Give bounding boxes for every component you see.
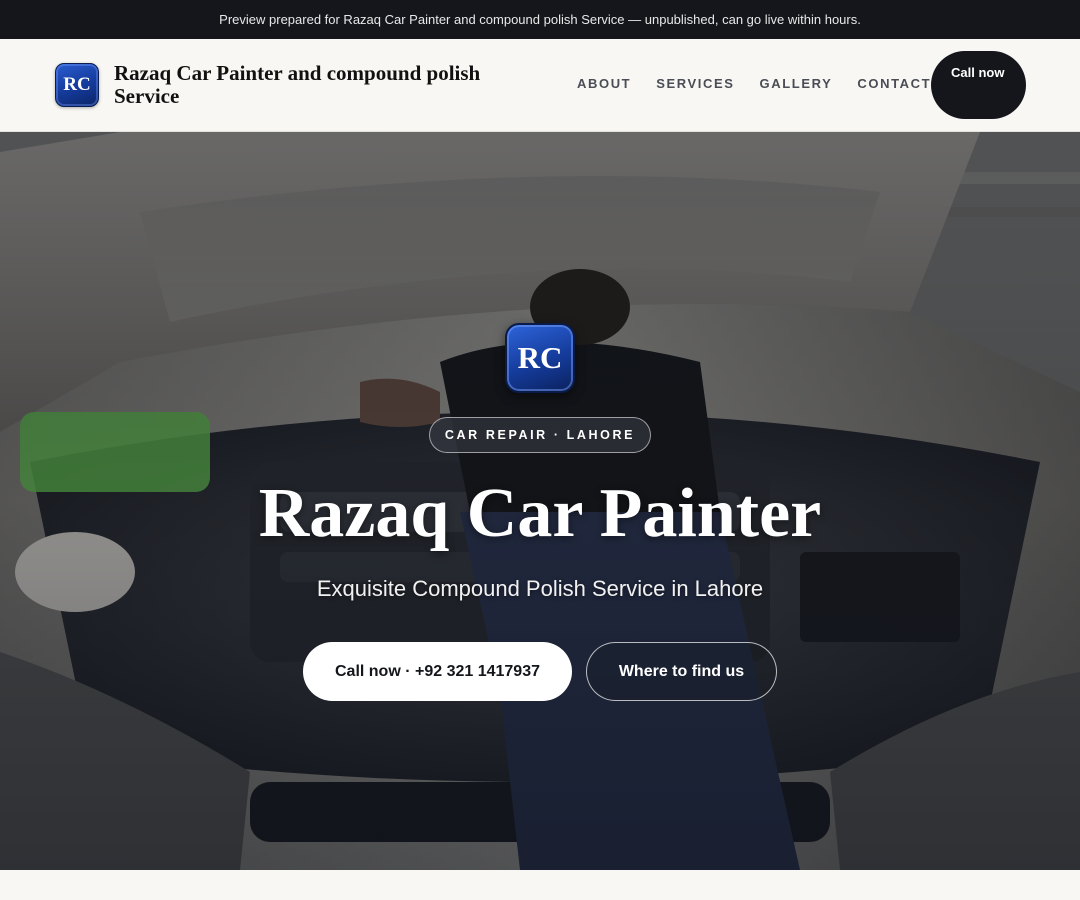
main-nav: ABOUT SERVICES GALLERY CONTACT [577,76,956,91]
where-to-find-us-button[interactable]: Where to find us [586,642,777,701]
brand-name[interactable]: Razaq Car Painter and compound polish Se… [114,62,534,108]
hero-logo-badge: RC [505,323,575,393]
call-now-button[interactable]: Call now · +92 321 1417937 [303,642,572,701]
announcement-text: Preview prepared for Razaq Car Painter a… [219,12,861,27]
announcement-bar: Preview prepared for Razaq Car Painter a… [0,0,1080,39]
hero-category-tag: CAR REPAIR · LAHORE [429,417,651,453]
next-section-edge [0,870,1080,900]
logo-badge[interactable]: RC [55,63,99,107]
nav-link-about[interactable]: ABOUT [577,76,631,91]
header-call-button[interactable]: Call now [931,51,1026,119]
nav-link-services[interactable]: SERVICES [656,76,734,91]
hero-title: Razaq Car Painter [258,475,822,552]
hero-section: RC CAR REPAIR · LAHORE Razaq Car Painter… [0,132,1080,870]
nav-link-gallery[interactable]: GALLERY [760,76,833,91]
nav-link-contact[interactable]: CONTACT [857,76,931,91]
site-header: RC Razaq Car Painter and compound polish… [0,39,1080,132]
hero-subtitle: Exquisite Compound Polish Service in Lah… [316,576,764,601]
